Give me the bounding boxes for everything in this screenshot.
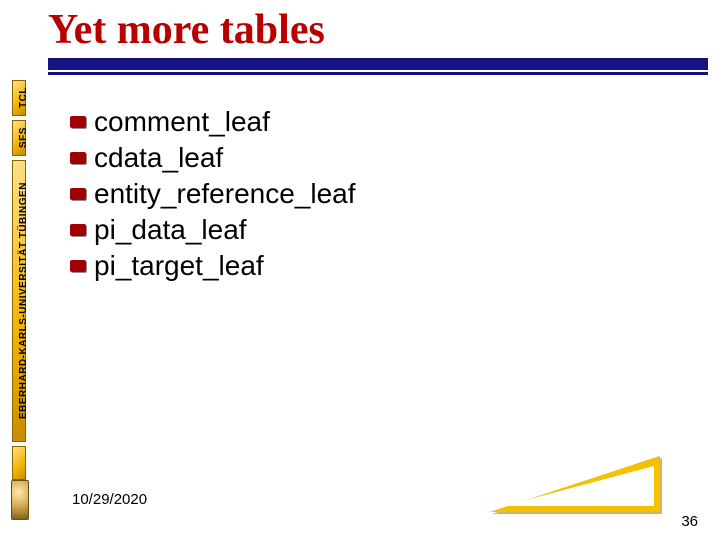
bullet-text: pi_data_leaf: [94, 214, 247, 246]
corner-ornament: [480, 442, 660, 512]
page-number: 36: [681, 513, 698, 530]
bullet-text: pi_target_leaf: [94, 250, 264, 282]
bullet-icon: [70, 224, 86, 236]
list-item: pi_target_leaf: [70, 250, 696, 282]
list-item: cdata_leaf: [70, 142, 696, 174]
bullet-icon: [70, 188, 86, 200]
bullet-icon: [70, 152, 86, 164]
left-rail: TCL SFS EBERHARD-KARLS-UNIVERSITÄT TÜBIN…: [12, 80, 38, 480]
rail-label-sfs: SFS: [18, 120, 32, 156]
crest-icon: [11, 480, 29, 520]
bullet-text: cdata_leaf: [94, 142, 223, 174]
bullet-text: comment_leaf: [94, 106, 270, 138]
bullet-icon: [70, 116, 86, 128]
footer-date: 10/29/2020: [72, 491, 147, 508]
bullet-icon: [70, 260, 86, 272]
list-item: entity_reference_leaf: [70, 178, 696, 210]
list-item: comment_leaf: [70, 106, 696, 138]
title-area: Yet more tables: [48, 6, 708, 78]
rail-label-uni: EBERHARD-KARLS-UNIVERSITÄT TÜBINGEN: [18, 160, 32, 442]
title-rule: [48, 58, 708, 78]
rail-label-tcl: TCL: [18, 80, 32, 116]
bullet-list: comment_leaf cdata_leaf entity_reference…: [70, 102, 696, 286]
page-title: Yet more tables: [48, 6, 708, 54]
bullet-text: entity_reference_leaf: [94, 178, 356, 210]
list-item: pi_data_leaf: [70, 214, 696, 246]
